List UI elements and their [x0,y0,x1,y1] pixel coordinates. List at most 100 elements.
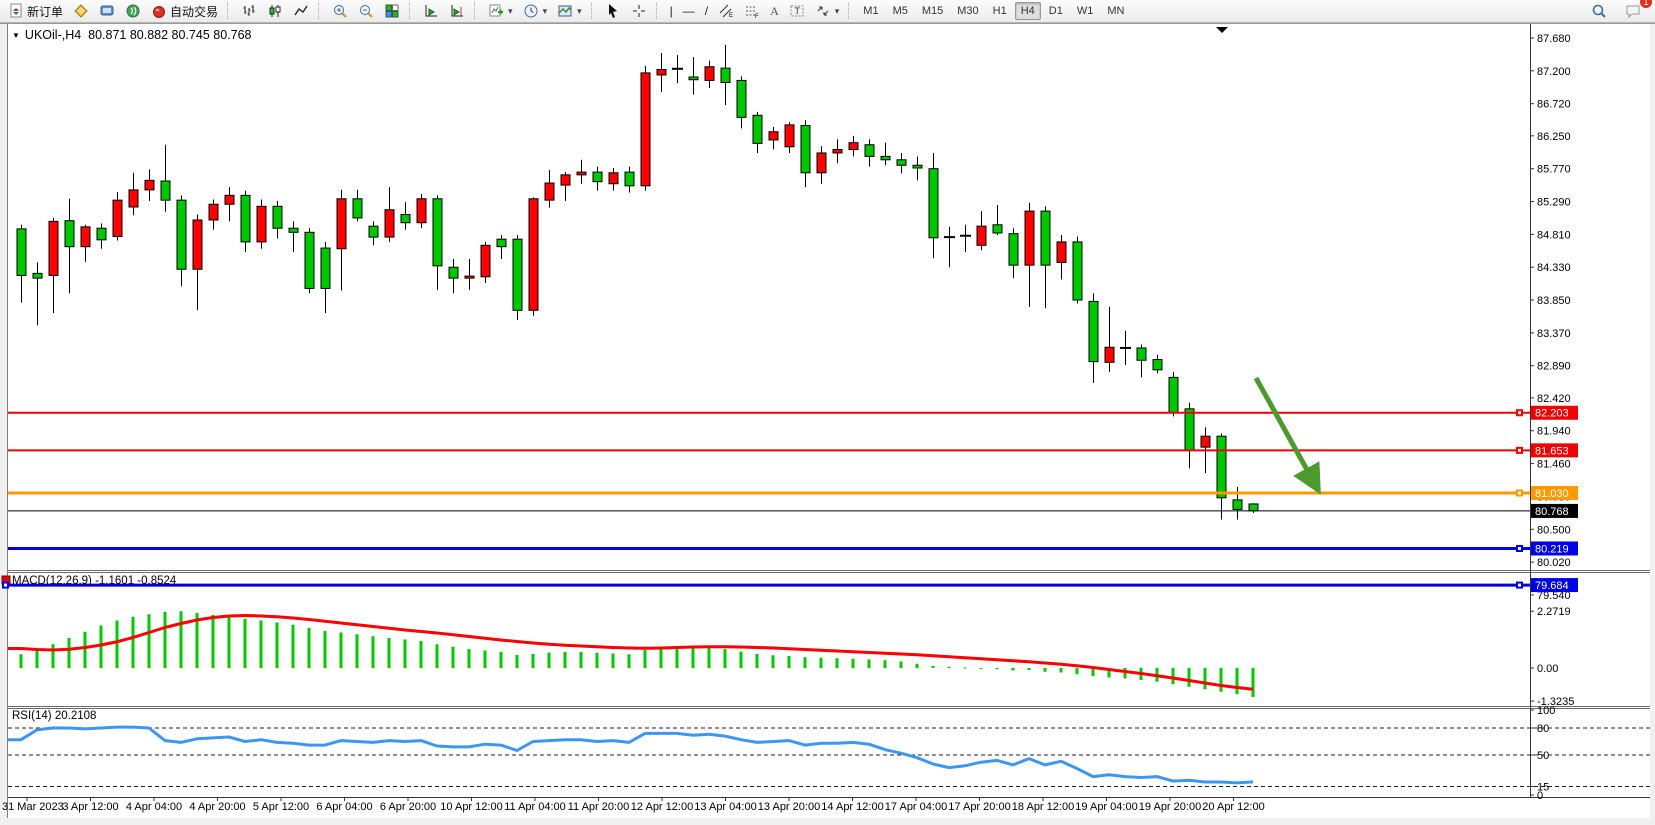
window-bottom-edge [0,818,1655,825]
gold-diamond-icon [73,3,89,19]
toolbar-separator [474,3,479,19]
equidistant-channel-icon: E [718,3,734,19]
crosshair-button[interactable] [626,0,652,22]
search-icon [1591,3,1607,19]
trendline-button[interactable]: / [700,0,713,22]
horizontal-line-button[interactable]: — [678,0,700,22]
timeframe-button-M30[interactable]: M30 [951,2,984,20]
macd-values: -1.1601 -0.8524 [95,575,176,587]
equidistant-channel-button[interactable]: E [713,0,739,22]
clock-icon [523,3,539,19]
zoom-out-icon [358,3,374,19]
chevron-down-icon: ▾ [577,6,582,17]
line-chart-button[interactable] [288,0,314,22]
timeframe-button-M15[interactable]: M15 [916,2,949,20]
chevron-down-icon: ▾ [543,6,548,17]
timeframe-button-D1[interactable]: D1 [1043,2,1069,20]
rsi-indicator-label: RSI(14) 20.2108 [12,710,96,722]
text-icon: A [770,5,779,17]
auto-scroll-button[interactable] [418,0,444,22]
text-button[interactable]: A [765,0,784,22]
horizontal-line-icon: — [683,5,695,17]
bar-chart-button[interactable] [236,0,262,22]
timeframe-button-M1[interactable]: M1 [857,2,884,20]
svg-text:T: T [794,6,800,16]
toolbar-right: 1 [1586,0,1652,22]
remote-terminal-icon [99,3,115,19]
arrows-icon [815,3,831,19]
chart-shift-button[interactable] [444,0,470,22]
autotrading-label: 自动交易 [170,3,218,20]
price-axis[interactable] [1531,24,1650,797]
line-chart-icon [293,3,309,19]
trendline-icon: / [705,5,708,17]
cursor-button[interactable] [600,0,626,22]
new-chart-icon [488,3,504,19]
text-label-button[interactable]: T [784,0,810,22]
timeframe-button-H4[interactable]: H4 [1015,2,1041,20]
new-order-label: 新订单 [27,3,63,20]
chart-shift-icon [449,3,465,19]
chart-title: ▼UKOil-,H4 80.871 80.882 80.745 80.768 [12,28,252,42]
candlestick-chart-button[interactable] [262,0,288,22]
broadcast-button[interactable] [120,0,146,22]
autotrading-button[interactable]: 自动交易 [146,0,223,22]
fibonacci-icon: F [744,3,760,19]
timeframe-bar: M1M5M15M30H1H4D1W1MN [857,2,1130,20]
time-axis[interactable] [8,797,1650,817]
toolbar-separator [227,3,232,19]
broadcast-icon [125,3,141,19]
rsi-value: 20.2108 [55,710,97,722]
cursor-icon [605,3,621,19]
bar-chart-icon [241,3,257,19]
one-click-trading-arrow[interactable]: ▼ [12,31,20,40]
svg-text:E: E [729,13,733,19]
vertical-line-icon: | [670,5,673,17]
zoom-out-button[interactable] [353,0,379,22]
search-button[interactable] [1586,0,1612,22]
macd-name: MACD(12,26,9) [12,575,92,587]
arrows-button[interactable]: ▾ [810,0,845,22]
tile-windows-icon [384,3,400,19]
mt4-terminal: { "toolbar": { "new_order_label": "新订单",… [0,0,1655,825]
zoom-in-icon [332,3,348,19]
text-label-icon: T [789,3,805,19]
templates-button[interactable]: ▾ [552,0,587,22]
autotrading-icon [151,3,167,19]
new-order-icon [8,3,24,19]
chevron-down-icon: ▾ [508,6,513,17]
window-left-edge [0,23,7,825]
timeframe-button-MN[interactable]: MN [1101,2,1130,20]
period-dropdown-button[interactable]: ▾ [518,0,553,22]
toolbar-separator [318,3,323,19]
tile-windows-button[interactable] [379,0,405,22]
rsi-pane[interactable] [8,709,1530,797]
new-chart-button[interactable]: ▾ [483,0,518,22]
gold-diamond-button[interactable] [68,0,94,22]
toolbar-separator [591,3,596,19]
svg-text:F: F [755,14,759,19]
chevron-down-icon: ▾ [835,6,840,17]
fibonacci-button[interactable]: F [739,0,765,22]
vertical-line-button[interactable]: | [665,0,678,22]
crosshair-icon [631,3,647,19]
new-order-button[interactable]: 新订单 [3,0,68,22]
macd-pane[interactable] [8,573,1530,706]
template-icon [557,3,573,19]
chat-bubble-icon [1625,3,1641,19]
rsi-name: RSI(14) [12,710,52,722]
notifications-button[interactable]: 1 [1620,0,1646,22]
remote-terminal-button[interactable] [94,0,120,22]
toolbar-separator [656,3,661,19]
zoom-in-button[interactable] [327,0,353,22]
timeframe-button-W1[interactable]: W1 [1071,2,1100,20]
timeframe-button-H1[interactable]: H1 [987,2,1013,20]
line-handle-blue-center [4,584,7,587]
candlestick-chart-icon [267,3,283,19]
main-chart-pane[interactable] [8,24,1530,570]
auto-scroll-icon [423,3,439,19]
timeframe-button-M5[interactable]: M5 [887,2,914,20]
toolbar-separator [409,3,414,19]
main-toolbar: 新订单 自动交易 ▾ ▾ [0,0,1655,23]
notification-count-badge: 1 [1640,0,1652,8]
